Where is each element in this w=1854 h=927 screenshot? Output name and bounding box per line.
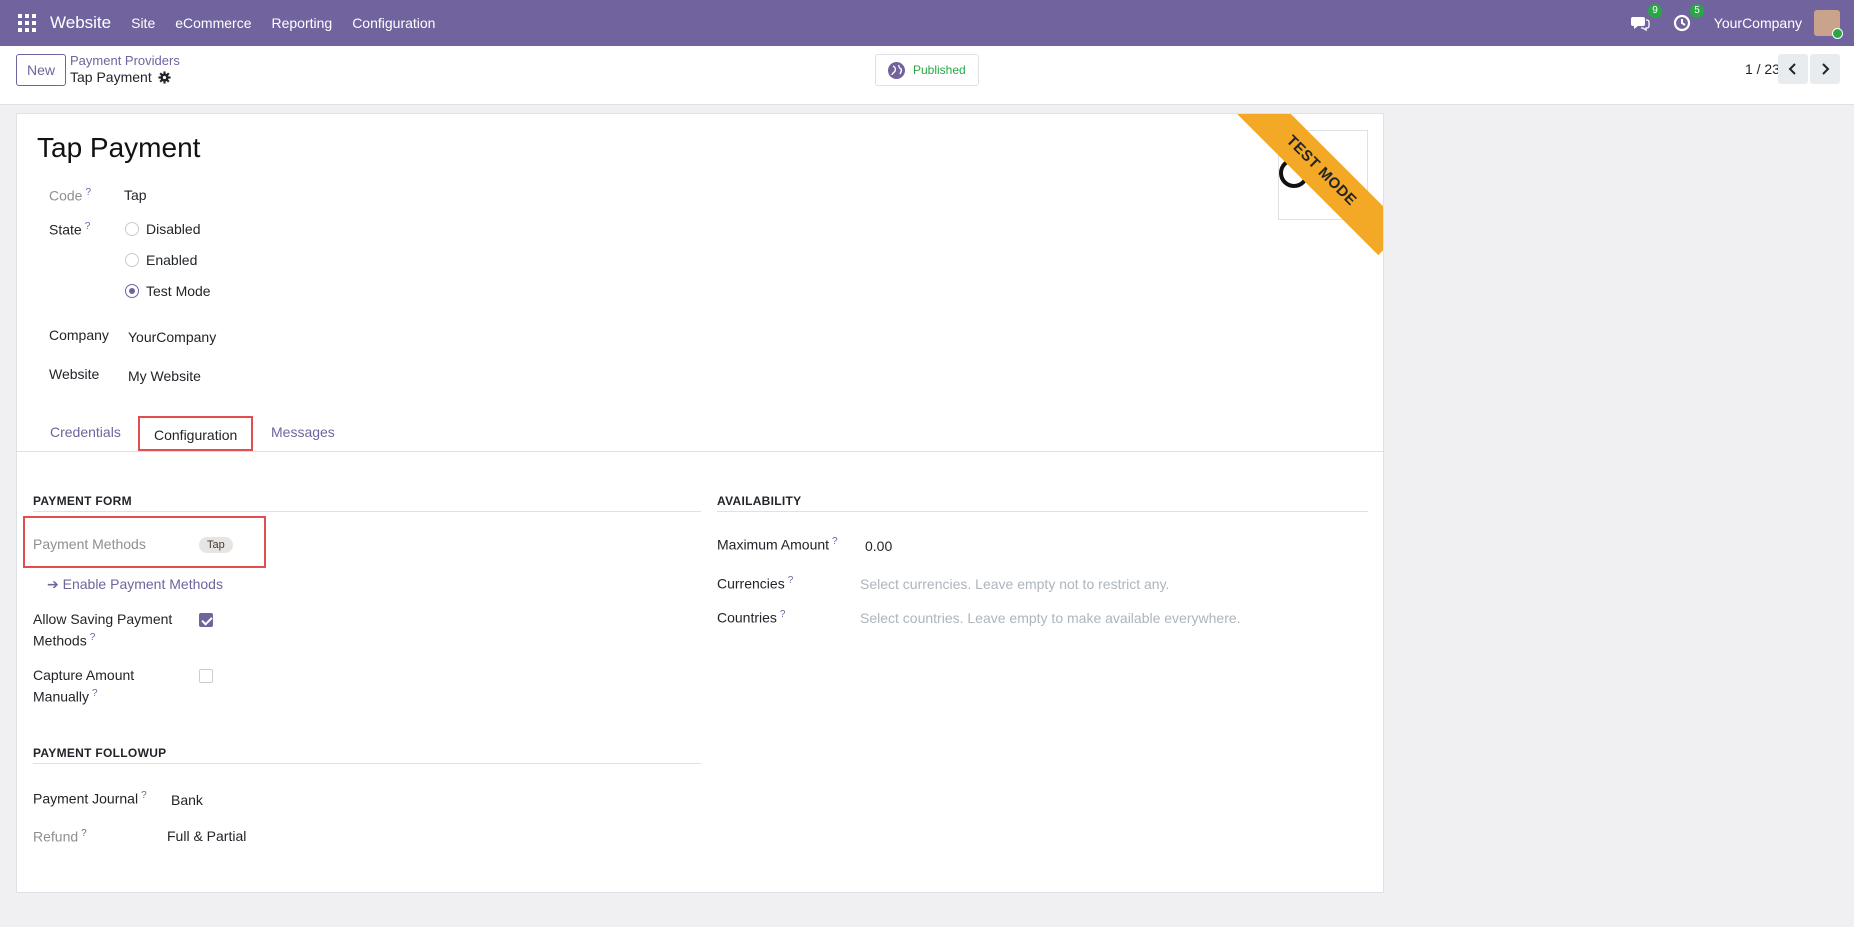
menu-site[interactable]: Site — [131, 15, 155, 31]
pager-previous-button[interactable] — [1778, 54, 1808, 84]
allow-saving-label-line2: Methods? — [33, 632, 96, 649]
maximum-amount-label: Maximum Amount? — [717, 536, 838, 553]
record-title[interactable]: Tap Payment — [37, 132, 200, 164]
payment-journal-label: Payment Journal? — [33, 790, 147, 807]
allow-saving-label-line1: Allow Saving Payment — [33, 611, 173, 627]
payment-method-tag[interactable]: Tap — [199, 537, 233, 553]
company-label: Company — [49, 327, 109, 343]
new-button[interactable]: New — [16, 54, 66, 86]
form-sheet: TEST MODE Tap Payment Code? Tap State? D… — [16, 113, 1384, 893]
state-radio-test-mode[interactable] — [125, 284, 139, 298]
payment-methods-label: Payment Methods — [33, 536, 146, 552]
payment-journal-value[interactable]: Bank — [171, 792, 203, 808]
availability-separator — [717, 511, 1368, 512]
code-value: Tap — [124, 187, 147, 203]
arrow-right-icon: ➔ — [47, 576, 59, 592]
chevron-right-icon — [1822, 63, 1830, 75]
menu-configuration[interactable]: Configuration — [352, 15, 435, 31]
website-value[interactable]: My Website — [128, 368, 201, 384]
payment-followup-section-title: PAYMENT FOLLOWUP — [33, 746, 167, 760]
website-label: Website — [49, 366, 100, 382]
payment-followup-separator — [33, 763, 701, 764]
pager-value[interactable]: 1 / 23 — [1745, 61, 1780, 77]
state-option-disabled[interactable]: Disabled — [146, 221, 200, 237]
chat-icon — [1630, 17, 1650, 32]
tabs-divider — [17, 451, 1383, 452]
published-toggle-button[interactable]: Published — [875, 54, 979, 86]
tab-configuration[interactable]: Configuration — [138, 416, 254, 451]
capture-amount-label-line1: Capture Amount — [33, 667, 135, 683]
published-label: Published — [913, 63, 966, 77]
company-switcher[interactable]: YourCompany — [1714, 15, 1802, 31]
apps-grid-icon[interactable] — [18, 14, 36, 32]
chevron-left-icon — [1788, 63, 1796, 75]
gear-icon[interactable] — [158, 70, 171, 84]
payment-form-separator — [33, 511, 701, 512]
availability-section-title: AVAILABILITY — [717, 494, 802, 508]
top-navbar: Website Site eCommerce Reporting Configu… — [0, 0, 1854, 46]
state-option-enabled[interactable]: Enabled — [146, 252, 197, 268]
record-name: Tap Payment — [70, 69, 152, 85]
maximum-amount-input[interactable]: 0.00 — [865, 538, 892, 554]
tab-credentials[interactable]: Credentials — [50, 415, 121, 449]
currencies-input[interactable]: Select currencies. Leave empty not to re… — [860, 576, 1169, 592]
state-radio-disabled[interactable] — [125, 222, 139, 236]
globe-icon — [888, 61, 905, 79]
menu-reporting[interactable]: Reporting — [271, 15, 332, 31]
enable-payment-methods-link[interactable]: ➔ Enable Payment Methods — [47, 576, 223, 593]
currencies-label: Currencies? — [717, 575, 794, 592]
state-label: State? — [49, 221, 91, 238]
refund-value: Full & Partial — [167, 828, 247, 844]
payment-form-section-title: PAYMENT FORM — [33, 494, 132, 508]
capture-amount-label-line2: Manually? — [33, 688, 98, 705]
tab-messages[interactable]: Messages — [271, 415, 335, 449]
activities-count-badge: 5 — [1690, 4, 1704, 18]
countries-input[interactable]: Select countries. Leave empty to make av… — [860, 610, 1241, 626]
menu-ecommerce[interactable]: eCommerce — [175, 15, 251, 31]
refund-label: Refund? — [33, 828, 87, 845]
systray: 9 5 YourCompany — [1630, 0, 1854, 46]
allow-saving-checkbox[interactable] — [199, 613, 213, 627]
activities-button[interactable]: 5 — [1672, 4, 1704, 33]
breadcrumb-payment-providers[interactable]: Payment Providers — [70, 53, 180, 68]
messages-count-badge: 9 — [1648, 4, 1662, 18]
clock-icon — [1673, 14, 1690, 32]
messages-button[interactable]: 9 — [1630, 4, 1662, 33]
code-label: Code? — [49, 187, 92, 204]
countries-label: Countries? — [717, 609, 786, 626]
app-name[interactable]: Website — [50, 13, 111, 33]
control-panel: New Payment Providers Tap Payment Publis… — [0, 46, 1854, 105]
user-avatar[interactable] — [1814, 10, 1843, 39]
company-value[interactable]: YourCompany — [128, 329, 216, 345]
state-option-test-mode[interactable]: Test Mode — [146, 283, 211, 299]
capture-amount-checkbox[interactable] — [199, 669, 213, 683]
state-radio-enabled[interactable] — [125, 253, 139, 267]
pager-next-button[interactable] — [1810, 54, 1840, 84]
breadcrumb-current: Tap Payment — [70, 69, 171, 85]
